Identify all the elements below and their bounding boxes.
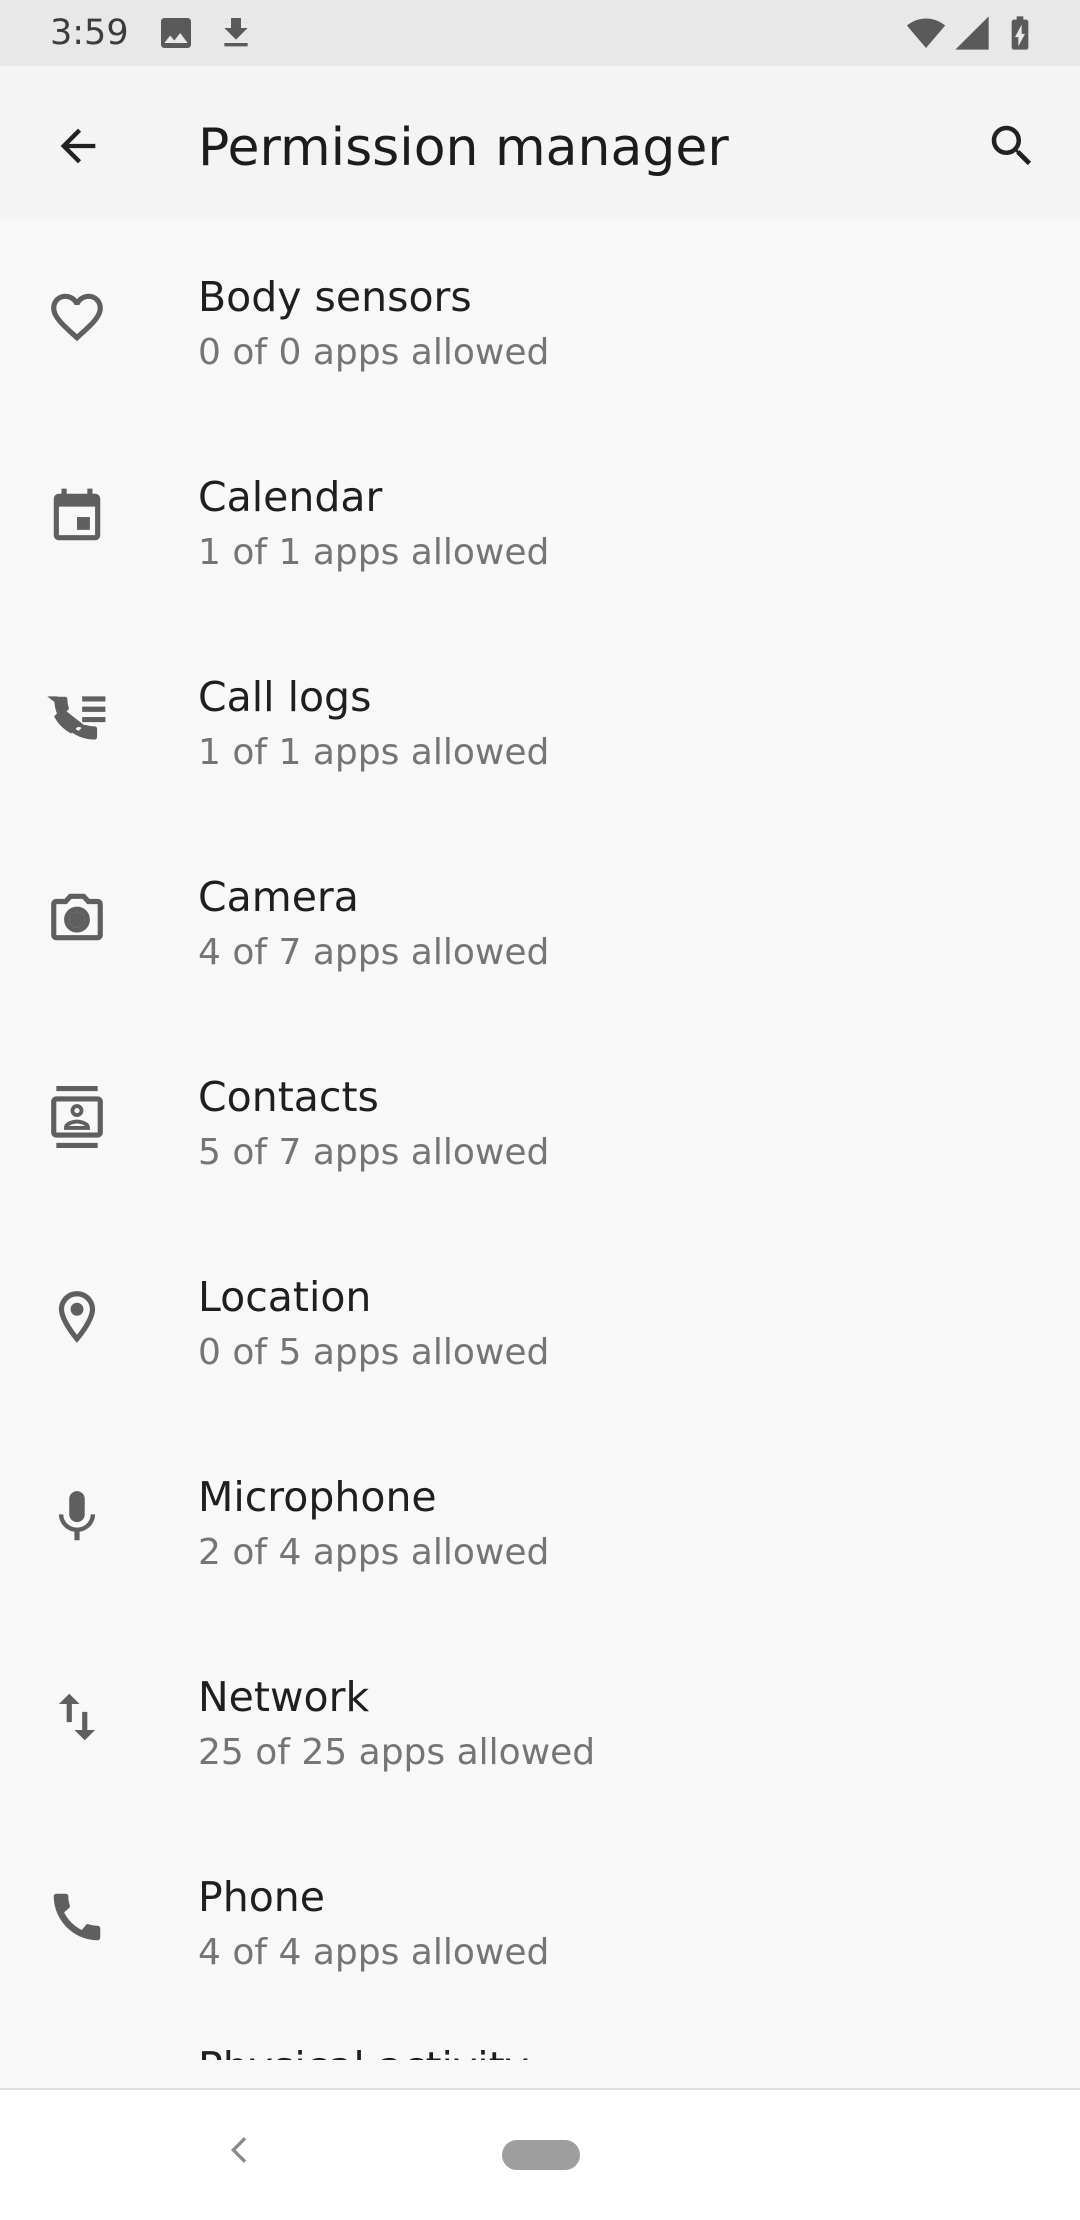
permission-item-contacts[interactable]: Contacts 5 of 7 apps allowed	[0, 1020, 1080, 1220]
permission-label: Contacts	[198, 1073, 379, 1121]
permission-summary: 4 of 4 apps allowed	[198, 1932, 550, 1973]
navigation-bar	[0, 2088, 1080, 2220]
permission-item-network[interactable]: Network 25 of 25 apps allowed	[0, 1620, 1080, 1820]
signal-icon	[952, 13, 992, 53]
download-icon	[216, 13, 256, 53]
permission-item-phone[interactable]: Phone 4 of 4 apps allowed	[0, 1820, 1080, 2020]
heart-icon	[44, 284, 110, 350]
nav-back-button[interactable]	[208, 2120, 272, 2184]
home-pill-icon[interactable]	[502, 2140, 580, 2170]
permission-label: Camera	[198, 873, 359, 921]
permission-item-calendar[interactable]: Calendar 1 of 1 apps allowed	[0, 420, 1080, 620]
swap-vertical-icon	[44, 1684, 110, 1750]
image-icon	[156, 13, 196, 53]
calendar-icon	[44, 484, 110, 550]
permission-summary: 1 of 1 apps allowed	[198, 532, 550, 573]
app-bar: Permission manager	[0, 66, 1080, 220]
location-pin-icon	[44, 1284, 110, 1350]
permission-summary: 0 of 0 apps allowed	[198, 332, 550, 373]
status-bar: 3:59	[0, 0, 1080, 66]
search-button[interactable]	[972, 108, 1052, 188]
permission-summary: 4 of 7 apps allowed	[198, 932, 550, 973]
permission-label: Network	[198, 1673, 370, 1721]
permission-label: Calendar	[198, 473, 383, 521]
phone-icon	[44, 1884, 110, 1950]
permission-item-body-sensors[interactable]: Body sensors 0 of 0 apps allowed	[0, 220, 1080, 420]
contacts-icon	[44, 1084, 110, 1150]
permission-summary: 5 of 7 apps allowed	[198, 1132, 550, 1173]
wifi-icon	[906, 13, 946, 53]
status-time: 3:59	[50, 13, 129, 53]
permission-item-camera[interactable]: Camera 4 of 7 apps allowed	[0, 820, 1080, 1020]
permission-list: Body sensors 0 of 0 apps allowed Calenda…	[0, 220, 1080, 2060]
permission-label: Microphone	[198, 1473, 437, 1521]
search-icon	[985, 119, 1039, 177]
permission-summary: 2 of 4 apps allowed	[198, 1532, 550, 1573]
permission-summary: 1 of 1 apps allowed	[198, 732, 550, 773]
permission-label: Body sensors	[198, 273, 472, 321]
permission-label: Call logs	[198, 673, 372, 721]
permission-summary: 25 of 25 apps allowed	[198, 1732, 596, 1773]
battery-charging-icon	[1000, 13, 1040, 53]
camera-icon	[44, 884, 110, 950]
permission-label: Physical activity	[198, 2042, 529, 2060]
permission-summary: 0 of 5 apps allowed	[198, 1332, 550, 1373]
permission-item-call-logs[interactable]: Call logs 1 of 1 apps allowed	[0, 620, 1080, 820]
permission-item-location[interactable]: Location 0 of 5 apps allowed	[0, 1220, 1080, 1420]
permission-label: Phone	[198, 1873, 326, 1921]
permission-label: Location	[198, 1273, 372, 1321]
back-button[interactable]	[38, 108, 118, 188]
call-log-icon	[44, 684, 110, 750]
page-title: Permission manager	[198, 118, 729, 178]
permission-item-microphone[interactable]: Microphone 2 of 4 apps allowed	[0, 1420, 1080, 1620]
permission-item-partial[interactable]: Physical activity	[0, 2020, 1080, 2060]
microphone-icon	[44, 1484, 110, 1550]
arrow-back-icon	[52, 120, 104, 176]
nav-back-chevron-icon	[220, 2130, 260, 2174]
